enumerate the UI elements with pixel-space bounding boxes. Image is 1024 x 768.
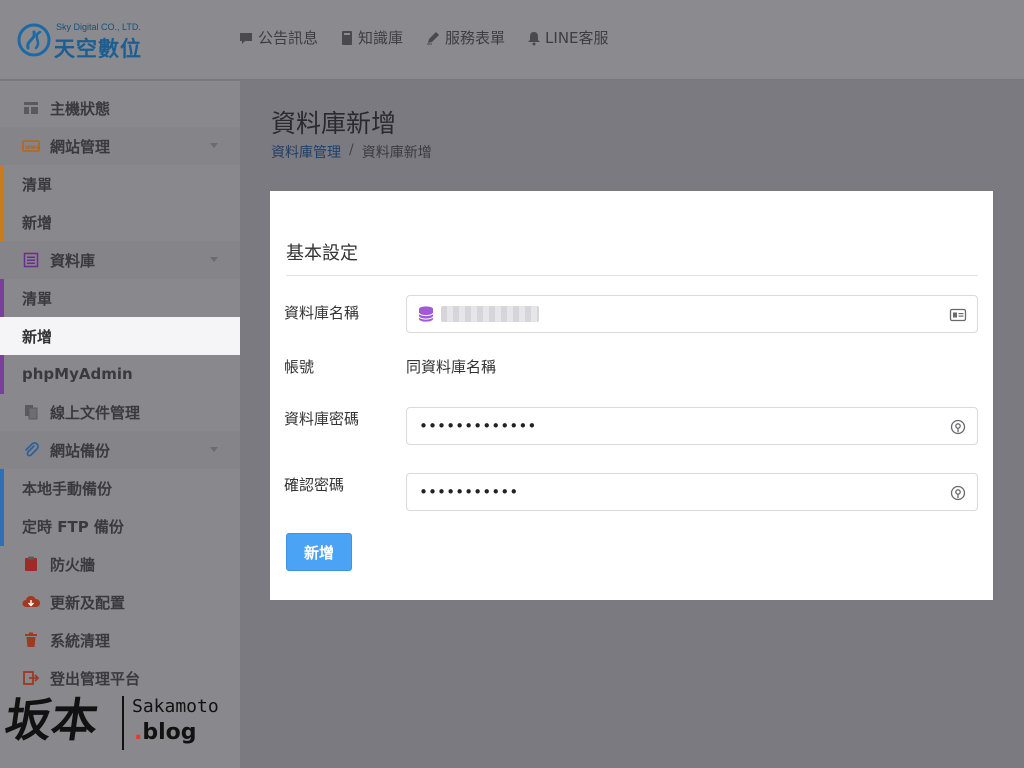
breadcrumb-parent-link[interactable]: 資料庫管理 [271, 142, 341, 162]
database-icon [417, 305, 435, 327]
sidebar-item-database[interactable]: 資料庫 [0, 241, 240, 279]
sidebar-item-firewall[interactable]: 防火牆 [0, 545, 240, 583]
comment-icon [240, 32, 252, 44]
section-divider [286, 275, 978, 276]
top-navigation: 公告訊息 知識庫 服務表單 LINE客服 [238, 27, 631, 48]
company-logo[interactable]: Sky Digital CO., LTD. 天空數位 [16, 20, 166, 61]
sidebar-item-ftp-backup[interactable]: 定時 FTP 備份 [0, 507, 240, 545]
sidebar-item-label: 本地手動備份 [22, 479, 113, 498]
sidebar-item-website-add[interactable]: 新增 [0, 203, 240, 241]
id-card-icon[interactable] [949, 306, 967, 324]
clipboard-icon [22, 555, 40, 573]
sidebar-item-host-status[interactable]: 主機狀態 [0, 89, 240, 127]
book-icon [342, 30, 353, 45]
db-name-label: 資料庫名稱 [284, 304, 360, 322]
sidebar-item-label: 系統清理 [50, 631, 111, 650]
cloud-download-icon [22, 593, 40, 611]
password-label: 資料庫密碼 [284, 410, 360, 428]
trash-icon [22, 631, 40, 649]
dashboard-icon [22, 99, 40, 117]
sidebar-item-label: 新增 [22, 213, 53, 232]
bell-icon [528, 31, 541, 45]
sidebar-item-database-list[interactable]: 清單 [0, 279, 240, 317]
sidebar-item-website-backup[interactable]: 網站備份 [0, 431, 240, 469]
watermark-divider [122, 696, 124, 750]
nav-line-support[interactable]: LINE客服 [527, 27, 609, 48]
nav-announcements[interactable]: 公告訊息 [238, 27, 318, 48]
sidebar-item-label: 新增 [22, 327, 53, 346]
account-value: 同資料庫名稱 [406, 358, 497, 376]
sidebar-item-label: 網站管理 [50, 137, 111, 156]
logo-english-text: Sky Digital CO., LTD. [56, 22, 141, 32]
watermark-blog-text: blog [142, 720, 197, 745]
nav-label: 公告訊息 [258, 29, 319, 47]
sidebar-item-label: 更新及配置 [50, 593, 126, 612]
breadcrumb-current: 資料庫新增 [361, 145, 432, 161]
logo-chinese-text: 天空數位 [54, 37, 142, 61]
sidebar-item-label: 主機狀態 [50, 99, 111, 118]
fingerprint-icon[interactable] [949, 418, 967, 436]
sidebar-item-update-config[interactable]: 更新及配置 [0, 583, 240, 621]
top-header: Sky Digital CO., LTD. 天空數位 公告訊息 知識庫 服務表單… [0, 0, 1024, 80]
database-form-card: 基本設定 資料庫名稱 帳號 同資料庫名稱 資料庫密碼 •••••••••••••… [270, 191, 993, 600]
sakamoto-blog-watermark: 坂本 Sakamoto .blog [2, 682, 236, 762]
sidebar-item-website-management[interactable]: www 網站管理 [0, 127, 240, 165]
redacted-db-name [441, 306, 539, 322]
sidebar-item-label: 資料庫 [50, 251, 96, 270]
sidebar-item-label: phpMyAdmin [22, 365, 133, 383]
breadcrumb-separator: / [349, 142, 354, 158]
password-field[interactable]: ••••••••••••• [406, 407, 978, 445]
pencil-icon [427, 31, 440, 44]
sidebar: 主機狀態 www 網站管理 清單 新增 資料庫 清單 新增 phpMyAdmin… [0, 81, 240, 768]
password-value: ••••••••••••• [419, 417, 537, 435]
account-label: 帳號 [284, 358, 315, 376]
add-database-button[interactable]: 新增 [286, 533, 352, 571]
sidebar-item-phpmyadmin[interactable]: phpMyAdmin [0, 355, 240, 393]
confirm-password-value: ••••••••••• [419, 483, 519, 501]
sidebar-item-website-list[interactable]: 清單 [0, 165, 240, 203]
confirm-password-label: 確認密碼 [284, 476, 345, 494]
breadcrumb: 資料庫管理 / 資料庫新增 [271, 142, 432, 162]
paperclip-icon [22, 441, 40, 459]
chevron-down-icon [210, 143, 218, 148]
page-title: 資料庫新增 [271, 109, 397, 138]
sidebar-item-label: 清單 [22, 289, 53, 308]
nav-service-form[interactable]: 服務表單 [425, 27, 505, 48]
watermark-kanji: 坂本 [1, 693, 102, 747]
db-name-field[interactable] [406, 295, 978, 333]
list-icon [22, 251, 40, 269]
nav-label: 知識庫 [358, 29, 404, 47]
sidebar-item-label: 網站備份 [50, 441, 111, 460]
confirm-password-field[interactable]: ••••••••••• [406, 473, 978, 511]
sidebar-item-label: 線上文件管理 [50, 403, 141, 422]
chevron-down-icon [210, 257, 218, 262]
sidebar-item-local-backup[interactable]: 本地手動備份 [0, 469, 240, 507]
section-title: 基本設定 [286, 243, 358, 264]
chevron-down-icon [210, 447, 218, 452]
logo-mark-icon [17, 23, 51, 57]
svg-text:www: www [25, 144, 40, 151]
sidebar-item-label: 防火牆 [50, 555, 96, 574]
nav-label: LINE客服 [545, 29, 609, 47]
files-icon [22, 403, 40, 421]
sidebar-item-label: 定時 FTP 備份 [22, 517, 124, 536]
nav-knowledge-base[interactable]: 知識庫 [340, 27, 403, 48]
watermark-latin: Sakamoto [132, 696, 219, 717]
website-icon: www [22, 137, 40, 155]
sidebar-item-database-add[interactable]: 新增 [0, 317, 240, 355]
sidebar-item-file-manager[interactable]: 線上文件管理 [0, 393, 240, 431]
sidebar-item-system-cleanup[interactable]: 系統清理 [0, 621, 240, 659]
watermark-blog: .blog [134, 720, 197, 745]
sidebar-item-label: 清單 [22, 175, 53, 194]
fingerprint-icon[interactable] [949, 484, 967, 502]
nav-label: 服務表單 [445, 29, 506, 47]
